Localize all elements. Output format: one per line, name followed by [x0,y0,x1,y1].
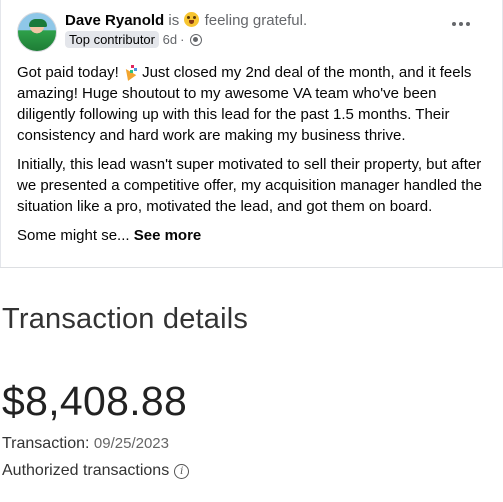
post-paragraph-1: Got paid today! Just closed my 2nd deal … [17,62,495,146]
post-header: Dave Ryanold is feeling grateful. [65,12,307,29]
top-contributor-badge[interactable]: Top contributor [65,31,159,48]
avatar[interactable] [17,12,57,52]
party-popper-icon [123,64,138,79]
transaction-amount: $8,408.88 [2,378,188,424]
post-meta: Top contributor 6d · [65,31,203,48]
transaction-title: Transaction details [2,303,249,335]
transaction-label: Transaction: [2,435,90,452]
truncated-text: Some might se... [17,227,130,244]
facebook-post: Dave Ryanold is feeling grateful. Top co… [0,0,503,267]
authorized-transactions[interactable]: Authorized transactions i [2,462,190,480]
grinning-face-icon [184,12,200,27]
see-more-link[interactable]: See more [134,227,202,244]
is-text: is [168,12,180,29]
author-name[interactable]: Dave Ryanold [65,12,164,29]
post-paragraph-3: Some might se... See more [17,225,495,246]
transaction-line: Transaction: 09/25/2023 [2,435,169,453]
feeling-text: feeling grateful. [204,12,308,29]
globe-icon[interactable] [190,33,203,46]
separator-dot: · [180,32,185,47]
transaction-date: 09/25/2023 [93,435,169,452]
post-time[interactable]: 6d [163,32,177,47]
info-icon[interactable]: i [174,463,190,479]
post-paragraph-2: Initially, this lead wasn't super motiva… [17,156,482,215]
transaction-details-panel: Transaction details $8,408.88 Transactio… [0,267,503,502]
authorized-label[interactable]: Authorized transactions [2,462,169,480]
more-options-icon[interactable] [452,16,476,32]
post-body: Got paid today! Just closed my 2nd deal … [17,62,495,254]
paragraph-1-start: Got paid today! [17,64,119,81]
